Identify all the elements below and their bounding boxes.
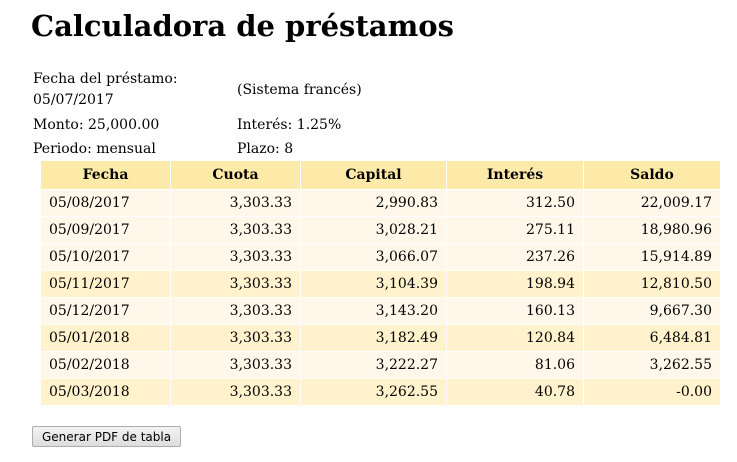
cell-capital: 3,028.21 (300, 216, 447, 244)
cell-fecha: 05/08/2017 (40, 189, 171, 217)
cell-interes: 40.78 (446, 378, 584, 406)
table-row: 05/03/2018 3,303.33 3,262.55 40.78 -0.00 (40, 378, 721, 406)
payment-period: Periodo: mensual (33, 141, 156, 157)
page-title: Calculadora de préstamos (31, 9, 454, 43)
cell-cuota: 3,303.33 (170, 378, 301, 406)
generate-pdf-button[interactable]: Generar PDF de tabla (32, 426, 182, 447)
cell-fecha: 05/03/2018 (40, 378, 171, 406)
column-header-interes: Interés (446, 160, 584, 190)
cell-cuota: 3,303.33 (170, 189, 301, 217)
cell-saldo: 12,810.50 (583, 270, 721, 298)
table-row: 05/09/2017 3,303.33 3,028.21 275.11 18,9… (40, 216, 721, 244)
cell-capital: 3,222.27 (300, 351, 447, 379)
column-header-capital: Capital (300, 160, 447, 190)
cell-interes: 312.50 (446, 189, 584, 217)
column-header-saldo: Saldo (583, 160, 721, 190)
cell-cuota: 3,303.33 (170, 297, 301, 325)
loan-date-label: Fecha del préstamo: (33, 71, 178, 87)
interest-rate: Interés: 1.25% (237, 117, 342, 133)
cell-saldo: 6,484.81 (583, 324, 721, 352)
table-row: 05/11/2017 3,303.33 3,104.39 198.94 12,8… (40, 270, 721, 298)
loan-amount: Monto: 25,000.00 (33, 117, 160, 133)
cell-fecha: 05/02/2018 (40, 351, 171, 379)
loan-term: Plazo: 8 (237, 141, 294, 157)
cell-fecha: 05/01/2018 (40, 324, 171, 352)
cell-interes: 81.06 (446, 351, 584, 379)
cell-cuota: 3,303.33 (170, 270, 301, 298)
cell-capital: 3,143.20 (300, 297, 447, 325)
cell-saldo: 3,262.55 (583, 351, 721, 379)
cell-saldo: 18,980.96 (583, 216, 721, 244)
table-row: 05/10/2017 3,303.33 3,066.07 237.26 15,9… (40, 243, 721, 271)
cell-cuota: 3,303.33 (170, 243, 301, 271)
cell-interes: 120.84 (446, 324, 584, 352)
cell-fecha: 05/10/2017 (40, 243, 171, 271)
table-row: 05/08/2017 3,303.33 2,990.83 312.50 22,0… (40, 189, 721, 217)
column-header-cuota: Cuota (170, 160, 301, 190)
cell-interes: 160.13 (446, 297, 584, 325)
cell-fecha: 05/09/2017 (40, 216, 171, 244)
table-row: 05/12/2017 3,303.33 3,143.20 160.13 9,66… (40, 297, 721, 325)
cell-saldo: 15,914.89 (583, 243, 721, 271)
cell-saldo: -0.00 (583, 378, 721, 406)
cell-capital: 3,066.07 (300, 243, 447, 271)
cell-cuota: 3,303.33 (170, 216, 301, 244)
cell-fecha: 05/11/2017 (40, 270, 171, 298)
cell-interes: 237.26 (446, 243, 584, 271)
cell-interes: 198.94 (446, 270, 584, 298)
loan-date-value: 05/07/2017 (33, 92, 114, 108)
cell-interes: 275.11 (446, 216, 584, 244)
cell-capital: 2,990.83 (300, 189, 447, 217)
column-header-fecha: Fecha (40, 160, 171, 190)
cell-cuota: 3,303.33 (170, 324, 301, 352)
table-row: 05/02/2018 3,303.33 3,222.27 81.06 3,262… (40, 351, 721, 379)
table-row: 05/01/2018 3,303.33 3,182.49 120.84 6,48… (40, 324, 721, 352)
cell-saldo: 22,009.17 (583, 189, 721, 217)
cell-saldo: 9,667.30 (583, 297, 721, 325)
cell-capital: 3,262.55 (300, 378, 447, 406)
cell-cuota: 3,303.33 (170, 351, 301, 379)
cell-fecha: 05/12/2017 (40, 297, 171, 325)
cell-capital: 3,182.49 (300, 324, 447, 352)
amortization-table: Fecha Cuota Capital Interés Saldo 05/08/… (40, 160, 721, 406)
cell-capital: 3,104.39 (300, 270, 447, 298)
amortization-system: (Sistema francés) (237, 82, 362, 98)
table-header-row: Fecha Cuota Capital Interés Saldo (40, 160, 721, 190)
